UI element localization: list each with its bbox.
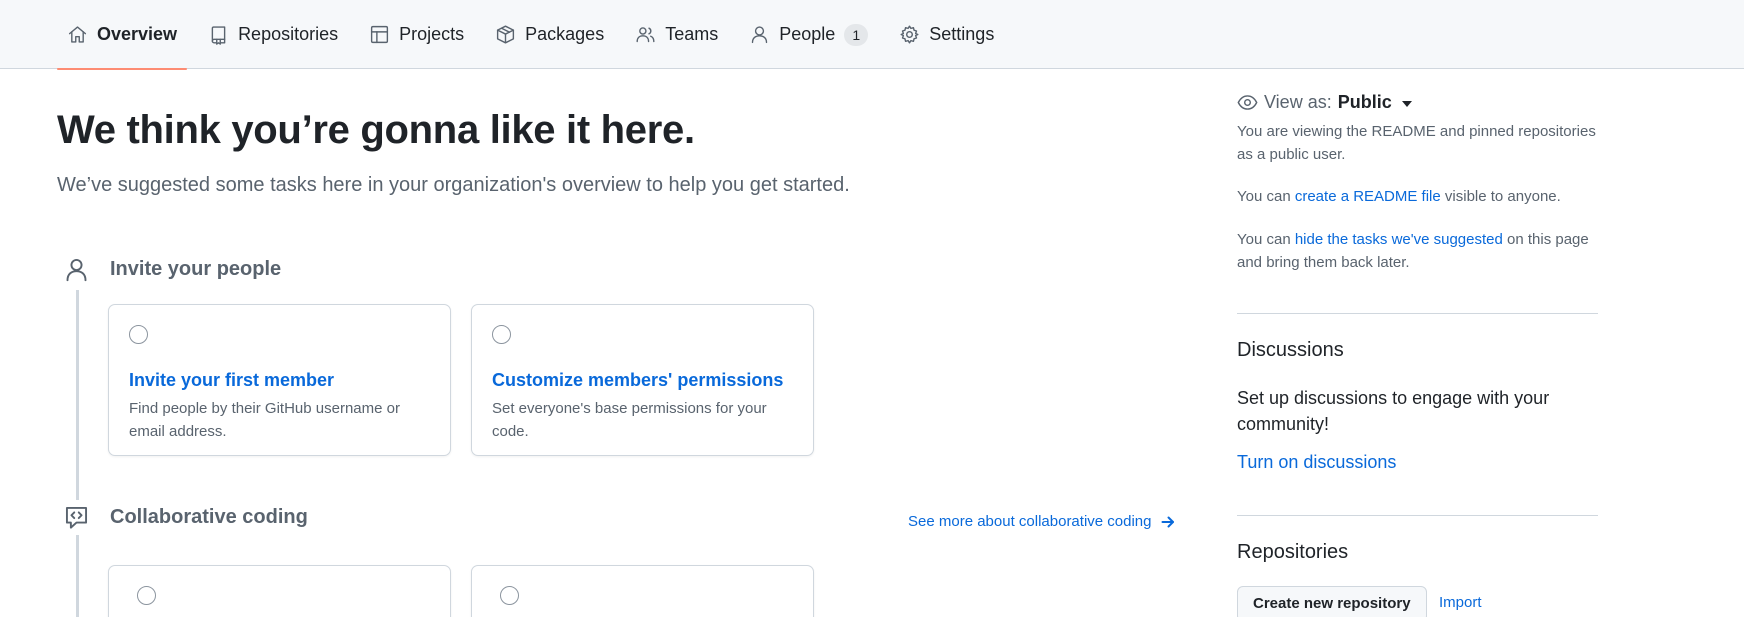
readme-note-prefix: You can xyxy=(1237,188,1291,205)
arrow-right-icon xyxy=(1161,516,1174,527)
tab-label: Packages xyxy=(525,24,605,44)
divider xyxy=(1237,313,1598,314)
discussions-text: Set up discussions to engage with your c… xyxy=(1237,388,1550,434)
timeline-connector xyxy=(76,535,79,617)
table-icon xyxy=(371,25,389,44)
tab-repositories[interactable]: Repositories xyxy=(198,0,348,69)
turn-on-discussions-link[interactable]: Turn on discussions xyxy=(1237,452,1396,473)
view-as-selector[interactable]: View as: Public xyxy=(1237,92,1412,113)
see-more-collaborative-coding-link[interactable]: See more about collaborative coding xyxy=(908,513,1176,530)
readme-note-suffix: visible to anyone. xyxy=(1444,188,1561,205)
tab-label: Projects xyxy=(399,24,465,44)
discussions-heading: Discussions xyxy=(1237,339,1344,361)
section-title: Collaborative coding xyxy=(110,506,308,528)
task-card[interactable] xyxy=(108,565,451,617)
task-checkbox[interactable] xyxy=(129,325,148,344)
link-label: See more about collaborative coding xyxy=(908,513,1152,530)
viewing-note: You are viewing the README and pinned re… xyxy=(1237,123,1596,163)
gear-icon xyxy=(900,25,919,44)
readme-note: You can create a README file visible to … xyxy=(1237,185,1598,208)
tab-label: People xyxy=(779,24,836,44)
repositories-heading: Repositories xyxy=(1237,541,1349,563)
section-title: Invite your people xyxy=(110,258,282,280)
tab-label: Settings xyxy=(929,24,995,44)
task-checkbox[interactable] xyxy=(492,325,511,344)
view-as-label: View as: xyxy=(1264,92,1332,112)
code-review-icon xyxy=(63,504,90,531)
people-count-badge: 1 xyxy=(844,23,869,46)
page-title: We think you’re gonna like it here. xyxy=(57,108,695,152)
task-card-title[interactable]: Customize members' permissions xyxy=(492,370,783,391)
hide-tasks-link[interactable]: hide the tasks we've suggested xyxy=(1295,231,1503,248)
repo-icon xyxy=(211,26,226,45)
task-card[interactable] xyxy=(471,565,814,617)
tab-label: Teams xyxy=(665,24,719,44)
person-icon xyxy=(752,26,768,44)
task-card-description: Find people by their GitHub username or … xyxy=(129,400,400,440)
task-checkbox[interactable] xyxy=(500,586,519,605)
people-icon xyxy=(636,27,655,43)
person-icon xyxy=(63,256,90,283)
task-card-title[interactable]: Invite your first member xyxy=(129,370,334,391)
task-card-invite-member[interactable]: Invite your first member Find people by … xyxy=(108,304,451,456)
page-subtitle: We’ve suggested some tasks here in your … xyxy=(57,174,850,196)
task-checkbox[interactable] xyxy=(137,586,156,605)
timeline-connector xyxy=(76,290,79,500)
hide-note-prefix: You can xyxy=(1237,231,1291,248)
section-collaborative-coding: Collaborative coding xyxy=(63,504,308,531)
tab-projects[interactable]: Projects xyxy=(359,0,474,69)
org-nav-bar: Overview Repositories Projects Packages … xyxy=(0,0,1744,70)
eye-icon xyxy=(1237,95,1258,110)
caret-down-icon[interactable] xyxy=(1401,100,1412,107)
create-new-repository-button[interactable]: Create new repository xyxy=(1237,586,1427,617)
hide-tasks-note: You can hide the tasks we've suggested o… xyxy=(1237,228,1598,274)
view-as-value[interactable]: Public xyxy=(1338,92,1392,113)
task-card-customize-permissions[interactable]: Customize members' permissions Set every… xyxy=(471,304,814,456)
import-repository-link[interactable]: Import xyxy=(1439,594,1482,611)
task-card-description: Set everyone's base permissions for your… xyxy=(492,400,767,440)
tab-packages[interactable]: Packages xyxy=(485,0,614,69)
tab-teams[interactable]: Teams xyxy=(625,0,728,69)
create-readme-link[interactable]: create a README file xyxy=(1295,188,1441,205)
org-tabs: Overview Repositories Projects Packages … xyxy=(57,0,1015,70)
tab-label: Overview xyxy=(97,24,178,44)
package-icon xyxy=(497,25,515,44)
tab-settings[interactable]: Settings xyxy=(889,0,1004,69)
tab-people[interactable]: People 1 xyxy=(739,0,878,69)
home-icon xyxy=(68,26,87,43)
tab-label: Repositories xyxy=(238,24,339,44)
tab-overview[interactable]: Overview xyxy=(57,0,188,70)
section-invite-people: Invite your people xyxy=(63,256,281,283)
divider xyxy=(1237,515,1598,516)
